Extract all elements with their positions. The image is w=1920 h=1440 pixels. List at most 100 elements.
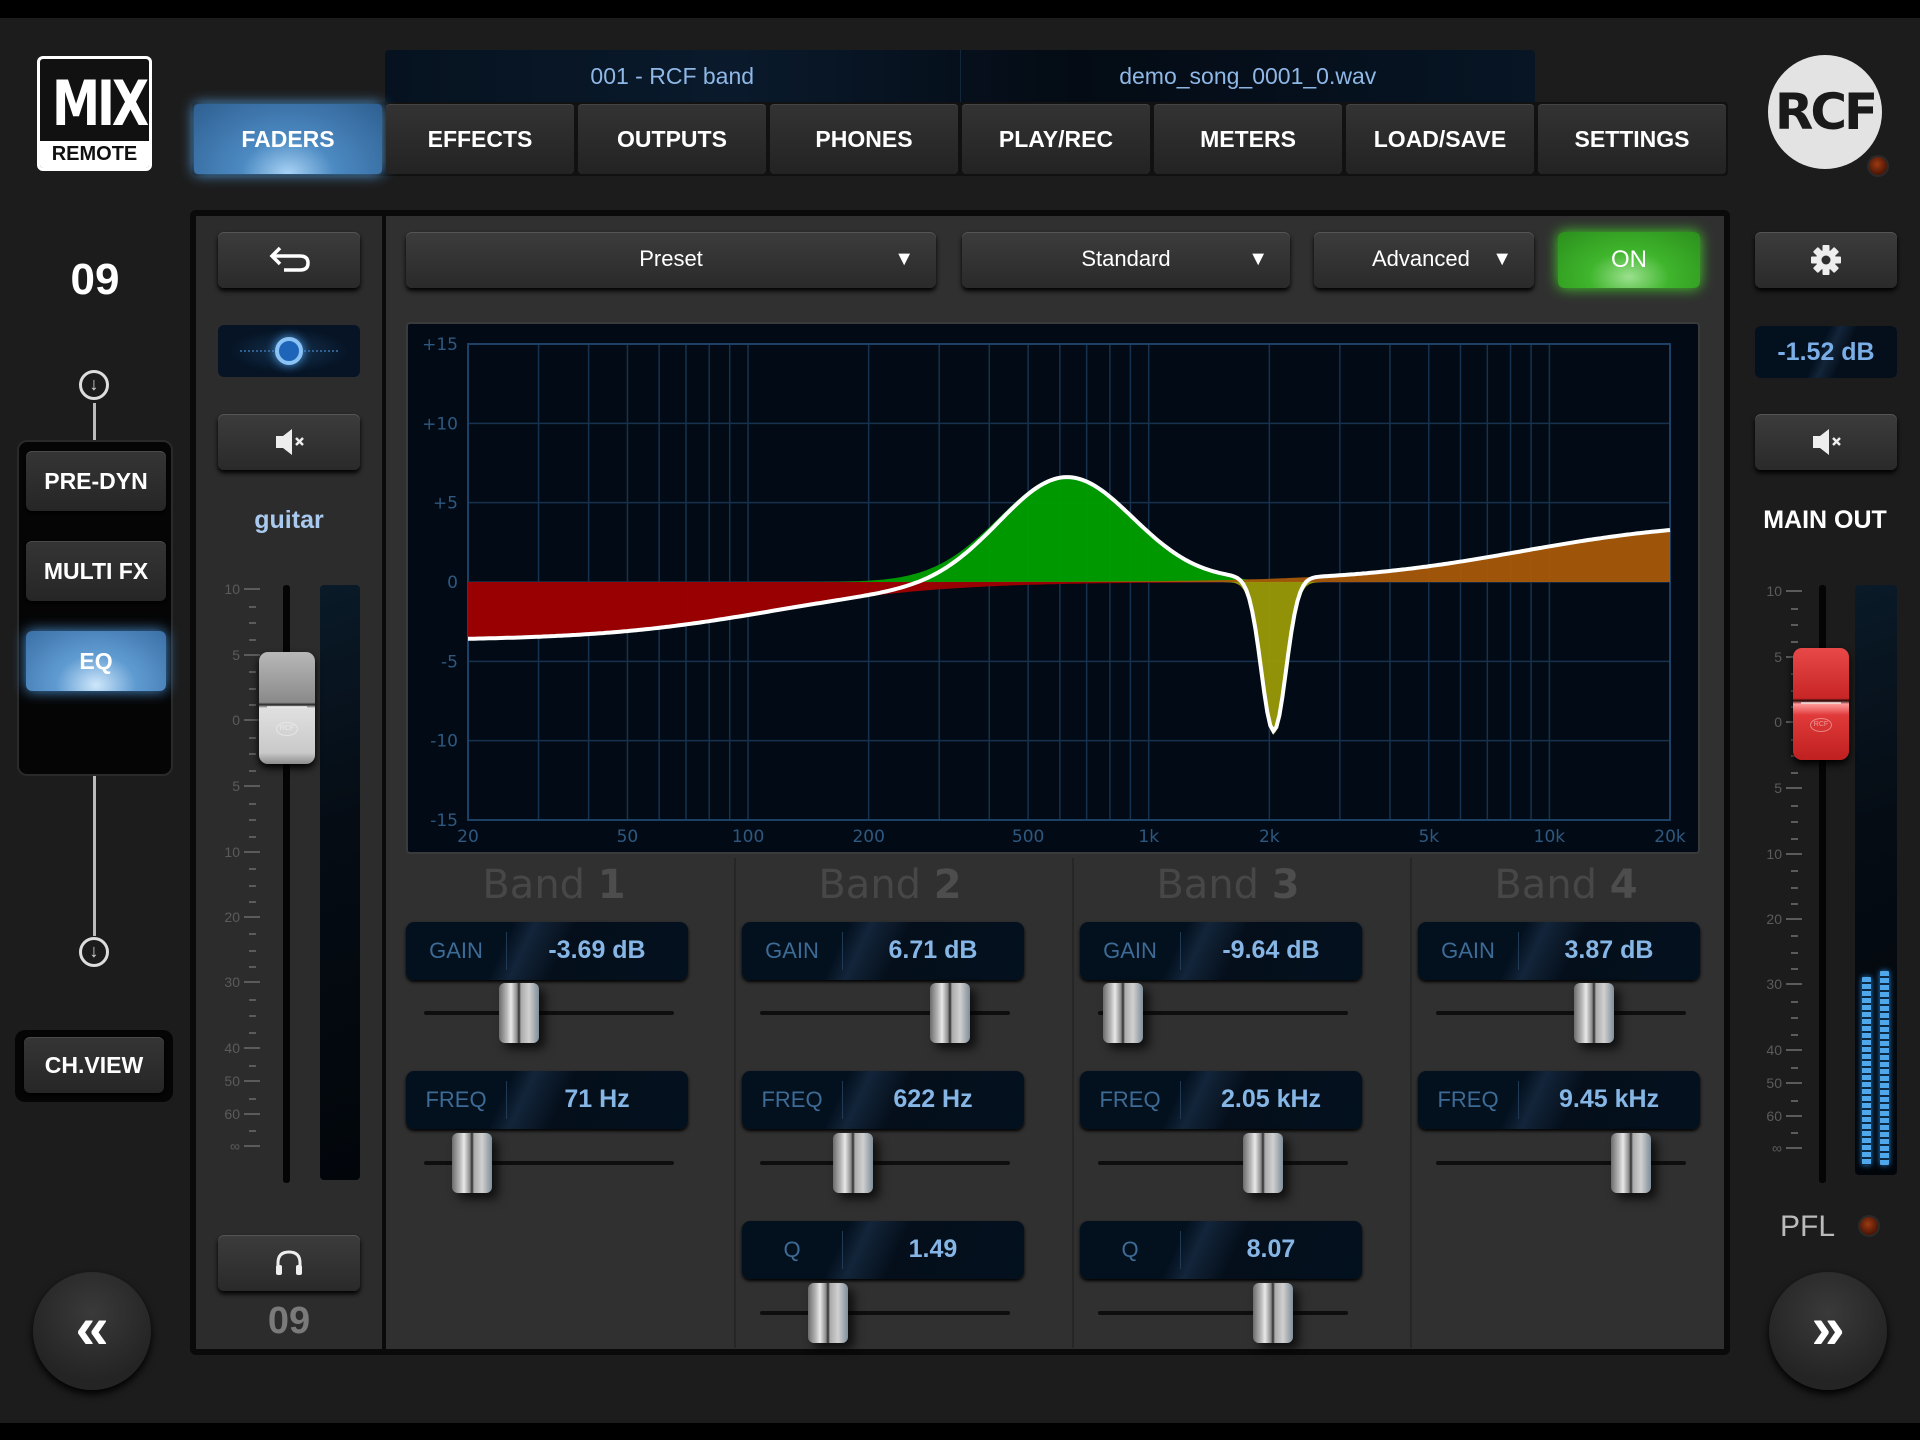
slider-thumb[interactable] [499,983,539,1043]
slider-thumb[interactable] [1243,1133,1283,1193]
band-1-gain-slider[interactable] [424,983,674,1043]
scale-label: 60 [1766,1108,1782,1124]
main-out-label: MAIN OUT [1763,506,1887,534]
scale-minor-tick [249,998,260,1001]
scale-minor-tick [1791,1017,1802,1019]
gear-icon [1811,245,1841,275]
multi-fx-button[interactable]: MULTI FX [26,541,166,601]
x-tick-label: 20k [1654,827,1686,847]
slider-thumb[interactable] [451,1133,492,1193]
slider-thumb[interactable] [1611,1133,1651,1193]
tab-faders[interactable]: FADERS [194,104,382,174]
band-4-freq-slider[interactable] [1436,1133,1686,1193]
slider-thumb[interactable] [807,1283,848,1343]
eq-button[interactable]: EQ [26,631,166,691]
band-3-freq-slider[interactable] [1098,1133,1348,1193]
view-dropdown[interactable]: Advanced ▼ [1314,232,1534,288]
q-label: Q [1121,1237,1139,1262]
main-fader-handle[interactable]: RCF [1793,647,1849,760]
scale-minor-tick [249,769,260,772]
pan-control[interactable] [218,325,360,377]
q-label: Q [783,1237,801,1262]
band-3-gain-slider[interactable] [1098,983,1348,1043]
scale-mark: ∞ [230,1138,260,1154]
preset-dropdown[interactable]: Preset ▼ [406,232,936,288]
scale-minor-tick [249,965,260,968]
scale-tick [1786,590,1802,592]
scale-minor-tick [1791,870,1802,873]
scale-tick [244,851,260,853]
band-1-gain-readout[interactable]: GAIN -3.69 dB [406,922,688,980]
band-2-q-readout[interactable]: Q 1.49 [742,1221,1024,1279]
band-3-freq-readout[interactable]: FREQ 2.05 kHz [1080,1071,1362,1129]
x-tick-label: 5k [1418,827,1439,847]
back-button[interactable] [218,232,360,288]
slider-thumb[interactable] [1253,1283,1293,1343]
rcf-cap-logo: RCF [1810,717,1832,732]
pan-knob[interactable] [275,337,303,365]
scale-label: 20 [1766,911,1782,927]
prev-channel-button[interactable]: « [33,1272,151,1390]
band-2-q-slider[interactable] [760,1283,1010,1343]
slider-thumb[interactable] [930,983,970,1043]
channel-mute-button[interactable] [218,414,360,470]
eq-on-toggle[interactable]: ON [1558,232,1700,288]
scale-mark: 20 [224,909,260,925]
band-4-freq-readout[interactable]: FREQ 9.45 kHz [1418,1071,1700,1129]
band-1-freq-readout[interactable]: FREQ 71 Hz [406,1071,688,1129]
scale-minor-tick [249,835,260,838]
y-tick-label: +5 [433,494,458,514]
tab-phones[interactable]: PHONES [770,104,958,174]
slider-thumb[interactable] [1103,983,1143,1043]
tab-play-rec[interactable]: PLAY/REC [962,104,1150,174]
band-3-gain-readout[interactable]: GAIN -9.64 dB [1080,922,1362,980]
tab-effects[interactable]: EFFECTS [386,104,574,174]
scale-tick [244,654,260,656]
channel-fader-handle[interactable]: RCF [259,652,315,764]
double-chevron-right-icon: » [1811,1294,1845,1361]
scale-label: 5 [1774,780,1782,796]
band-2-gain-readout[interactable]: GAIN 6.71 dB [742,922,1024,980]
band-1-freq-slider[interactable] [424,1133,674,1193]
mode-dropdown[interactable]: Standard ▼ [962,232,1290,288]
band-2-gain-slider[interactable] [760,983,1010,1043]
dropdown-arrow-icon: ▼ [894,248,914,270]
scale-mark: 10 [224,581,260,597]
main-settings-button[interactable] [1755,232,1897,288]
mode-label: Standard [1081,246,1171,271]
tab-outputs[interactable]: OUTPUTS [578,104,766,174]
scale-minor-tick [1791,967,1802,970]
freq-label: FREQ [425,1087,487,1112]
band-4-gain-slider[interactable] [1436,983,1686,1043]
band-3-q-readout[interactable]: Q 8.07 [1080,1221,1362,1279]
channel-pfl-button[interactable] [218,1235,360,1291]
scale-minor-tick [249,1097,260,1100]
scale-tick [1786,853,1802,855]
scale-label: 5 [232,778,240,794]
band-title: Band 1 [482,862,626,908]
next-channel-button[interactable]: » [1769,1272,1887,1390]
tab-meters[interactable]: METERS [1154,104,1342,174]
route-line [93,776,96,936]
route-down-icon: ↓ [79,937,109,967]
slider-thumb[interactable] [1573,983,1614,1043]
main-mute-button[interactable] [1755,414,1897,470]
slider-thumb[interactable] [832,1133,873,1193]
pfl-led[interactable] [1858,1215,1880,1237]
scale-label: 50 [224,1073,240,1089]
x-tick-label: 10k [1534,827,1566,847]
scale-minor-tick [249,933,260,936]
band-2-freq-slider[interactable] [760,1133,1010,1193]
song-name: demo_song_0001_0.wav [1119,63,1377,89]
ch-view-button[interactable]: CH.VIEW [24,1037,164,1093]
tab-load-save[interactable]: LOAD/SAVE [1346,104,1534,174]
band-4-gain-readout[interactable]: GAIN 3.87 dB [1418,922,1700,980]
scale-label: 0 [232,712,240,728]
pre-dyn-button[interactable]: PRE-DYN [26,451,166,511]
band-2-freq-readout[interactable]: FREQ 622 Hz [742,1071,1024,1129]
scale-minor-tick [249,819,260,821]
band-3-q-slider[interactable] [1098,1283,1348,1343]
scale-tick [244,785,260,787]
preset-label: Preset [639,246,703,271]
tab-settings[interactable]: SETTINGS [1538,104,1726,174]
